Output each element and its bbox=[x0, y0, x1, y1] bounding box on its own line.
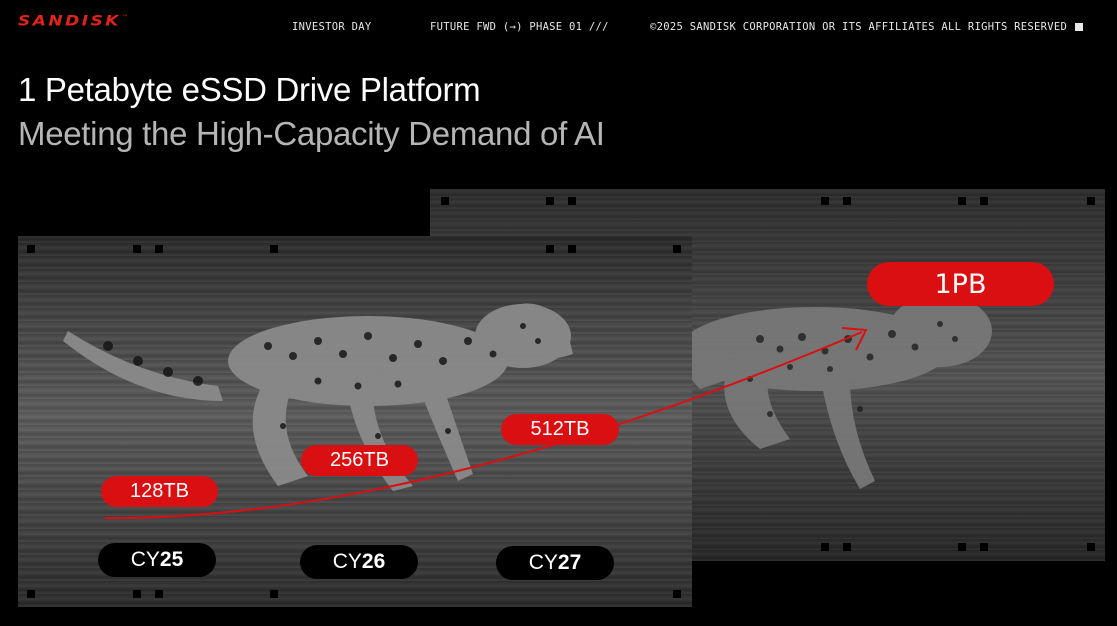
capacity-256tb: 256TB bbox=[301, 445, 418, 476]
copyright-line: ©2025 SANDISK CORPORATION OR ITS AFFILIA… bbox=[650, 21, 1084, 33]
corner-square-icon bbox=[270, 245, 278, 253]
corner-square-icon bbox=[155, 245, 163, 253]
corner-square-icon bbox=[568, 197, 576, 205]
phase-label: FUTURE FWD (→) PHASE 01 /// bbox=[430, 21, 609, 33]
corner-square-icon bbox=[843, 197, 851, 205]
capacity-128tb: 128TB bbox=[101, 476, 218, 507]
corner-square-icon bbox=[133, 590, 141, 598]
copyright-text: ©2025 SANDISK CORPORATION OR ITS AFFILIA… bbox=[650, 21, 1068, 33]
logo-trademark: ™ bbox=[121, 14, 128, 21]
corner-square-icon bbox=[980, 543, 988, 551]
year-cy25: CY 25 bbox=[98, 543, 216, 577]
corner-square-icon bbox=[546, 245, 554, 253]
year-number: 25 bbox=[159, 548, 184, 571]
slide-title: 1 Petabyte eSSD Drive Platform bbox=[18, 71, 481, 108]
corner-square-icon bbox=[155, 590, 163, 598]
corner-square-icon bbox=[568, 245, 576, 253]
capacity-1pb: 1PB bbox=[867, 262, 1054, 306]
sandisk-logo: SANDISK ™ bbox=[18, 13, 128, 35]
corner-square-icon bbox=[958, 543, 966, 551]
corner-square-icon bbox=[1087, 197, 1095, 205]
corner-square-icon bbox=[27, 245, 35, 253]
corner-square-icon bbox=[980, 197, 988, 205]
logo-text: SANDISK bbox=[18, 13, 121, 30]
square-icon bbox=[1075, 23, 1084, 31]
corner-square-icon bbox=[546, 197, 554, 205]
capacity-512tb: 512TB bbox=[501, 414, 619, 445]
corner-square-icon bbox=[270, 590, 278, 598]
year-number: 27 bbox=[557, 551, 582, 574]
year-number: 26 bbox=[361, 550, 386, 573]
corner-square-icon bbox=[673, 245, 681, 253]
year-prefix: CY bbox=[332, 550, 362, 573]
year-prefix: CY bbox=[528, 551, 558, 574]
year-prefix: CY bbox=[130, 548, 160, 571]
corner-square-icon bbox=[27, 590, 35, 598]
year-cy27: CY 27 bbox=[496, 546, 614, 580]
corner-square-icon bbox=[1087, 543, 1095, 551]
corner-square-icon bbox=[441, 197, 449, 205]
year-cy26: CY 26 bbox=[300, 545, 418, 579]
event-label: INVESTOR DAY bbox=[292, 21, 372, 33]
corner-square-icon bbox=[673, 590, 681, 598]
corner-square-icon bbox=[843, 543, 851, 551]
slide-subtitle: Meeting the High-Capacity Demand of AI bbox=[18, 115, 605, 152]
corner-square-icon bbox=[958, 197, 966, 205]
corner-square-icon bbox=[821, 543, 829, 551]
corner-square-icon bbox=[133, 245, 141, 253]
corner-square-icon bbox=[821, 197, 829, 205]
